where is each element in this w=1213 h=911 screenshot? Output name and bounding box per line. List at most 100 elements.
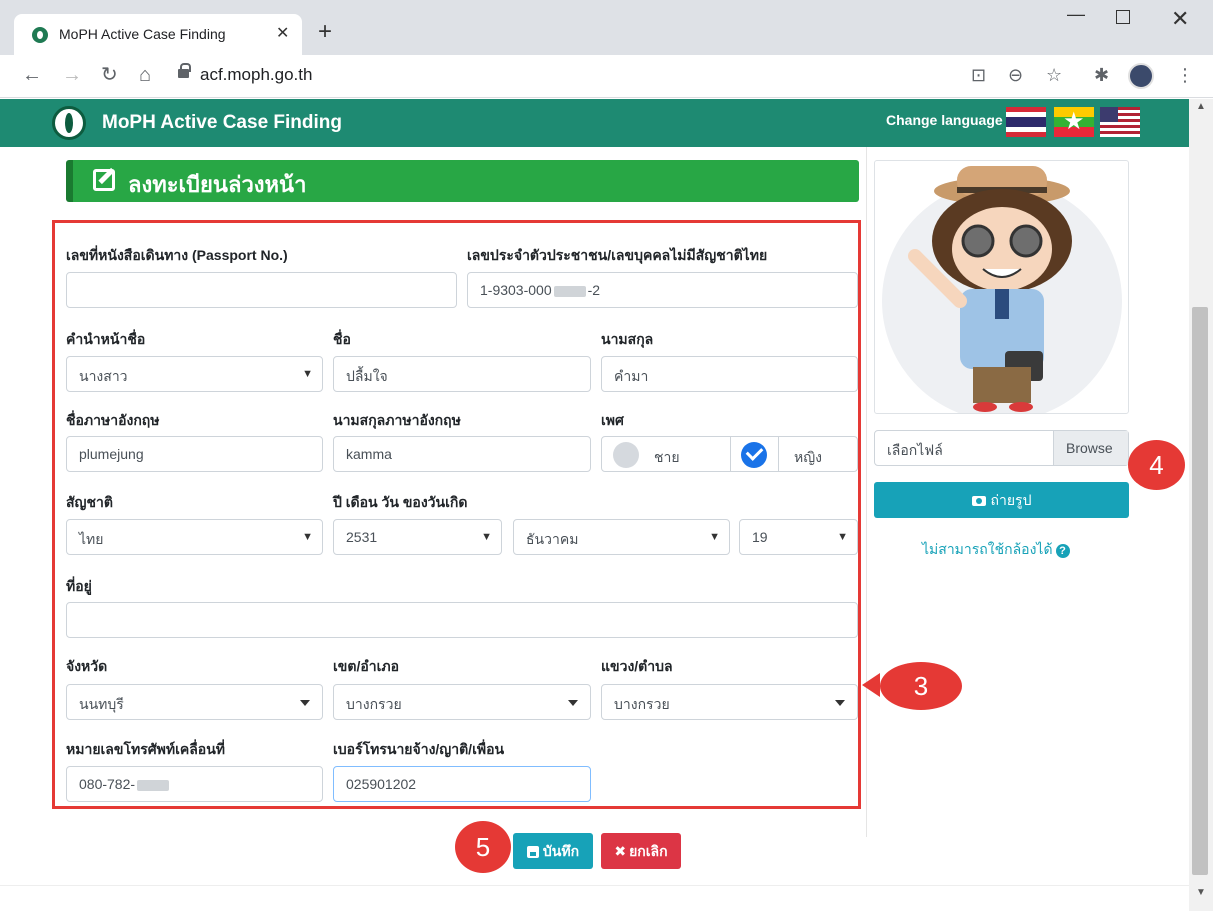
edit-icon [93, 169, 115, 191]
browser-toolbar: ← → ↻ ⌂ acf.moph.go.th ⊡ ⊖ ☆ ✱ ⋮ [0, 55, 1213, 98]
file-upload[interactable]: เลือกไฟล์ Browse [874, 430, 1129, 466]
callout-4-badge: 4 [1128, 440, 1185, 490]
profile-avatar[interactable] [1128, 63, 1154, 89]
redacted-mark [553, 285, 586, 297]
column-divider [866, 147, 867, 837]
passport-label: เลขที่หนังสือเดินทาง (Passport No.) [66, 247, 288, 263]
registration-header: ลงทะเบียนล่วงหน้า [66, 160, 859, 202]
district-select[interactable]: บางกรวย [333, 684, 591, 720]
camera-help-link[interactable]: ไม่สามารถใช้กล้องได้? [922, 539, 1070, 561]
address-label: ที่อยู่ [66, 578, 92, 594]
reload-icon[interactable]: ↻ [101, 64, 118, 86]
tab-title: MoPH Active Case Finding [59, 26, 226, 42]
cancel-label: ยกเลิก [629, 843, 668, 859]
dob-month-select[interactable]: ธันวาคม ▼ [513, 519, 730, 555]
browser-menu-icon[interactable]: ⋮ [1176, 65, 1194, 86]
callout-3-pointer [862, 673, 880, 697]
nationality-select[interactable]: ไทย ▼ [66, 519, 323, 555]
prefix-label: คำนำหน้าชื่อ [66, 331, 146, 347]
back-arrow-icon[interactable]: ← [22, 64, 42, 86]
chevron-down-icon: ▼ [837, 531, 848, 543]
take-photo-label: ถ่ายรูป [990, 492, 1032, 508]
gender-divider [730, 437, 731, 471]
forward-arrow-icon[interactable]: → [62, 64, 82, 86]
nationality-label: สัญชาติ [66, 494, 113, 510]
chevron-down-icon: ▼ [709, 531, 720, 543]
dob-day-value: 19 [752, 529, 768, 545]
national-id-suffix: -2 [587, 282, 601, 298]
cancel-button[interactable]: ✖ ยกเลิก [601, 833, 681, 869]
new-tab-button[interactable]: + [318, 20, 332, 44]
extensions-puzzle-icon[interactable]: ✱ [1094, 65, 1109, 86]
en-lastname-label: นามสกุลภาษาอังกฤษ [333, 412, 461, 428]
callout-5-badge: 5 [455, 821, 511, 873]
vertical-scrollbar[interactable]: ▲ ▼ [1189, 99, 1213, 911]
thai-flag-icon[interactable] [1006, 107, 1046, 137]
en-firstname-input[interactable]: plumejung [66, 436, 323, 472]
gender-female-label[interactable]: หญิง [794, 447, 822, 469]
address-input[interactable] [66, 602, 858, 638]
en-lastname-input[interactable]: kamma [333, 436, 591, 472]
mobile-input[interactable]: 080-782- [66, 766, 323, 802]
province-value: นนทบุรี [79, 696, 124, 712]
province-select[interactable]: นนทบุรี [66, 684, 323, 720]
firstname-label: ชื่อ [333, 331, 351, 347]
subdistrict-select[interactable]: บางกรวย [601, 684, 858, 720]
camera-icon [971, 496, 986, 507]
scrollbar-thumb[interactable] [1192, 307, 1208, 875]
myanmar-flag-icon[interactable] [1054, 107, 1094, 137]
browser-tab[interactable]: MoPH Active Case Finding ✕ [14, 14, 302, 55]
lock-icon[interactable] [178, 63, 191, 78]
nationality-value: ไทย [79, 531, 104, 547]
mobile-label: หมายเลขโทรศัพท์เคลื่อนที่ [66, 741, 226, 757]
home-icon[interactable]: ⌂ [139, 64, 151, 86]
change-language-label: Change language [886, 112, 1003, 128]
gender-label: เพศ [601, 412, 624, 428]
chevron-down-icon: ▼ [481, 531, 492, 543]
chevron-down-icon: ▼ [302, 368, 313, 380]
save-button[interactable]: บันทึก [513, 833, 593, 869]
national-id-prefix: 1-9303-000 [480, 282, 552, 298]
national-id-input[interactable]: 1-9303-000 -2 [467, 272, 858, 308]
us-flag-icon[interactable] [1100, 107, 1140, 137]
avatar-illustration [882, 166, 1122, 413]
gender-male-radio[interactable] [613, 442, 639, 468]
question-circle-icon: ? [1055, 544, 1070, 558]
zoom-icon[interactable]: ⊖ [1008, 65, 1023, 86]
scroll-up-arrow-icon[interactable]: ▲ [1196, 101, 1206, 112]
tab-close-icon[interactable]: ✕ [276, 23, 289, 43]
dob-month-value: ธันวาคม [526, 531, 579, 547]
lastname-input[interactable]: คำมา [601, 356, 858, 392]
contact-phone-input[interactable]: 025901202 [333, 766, 591, 802]
translate-icon[interactable]: ⊡ [971, 65, 986, 86]
window-close-button[interactable]: ✕ [1171, 6, 1189, 32]
page-footer-edge [0, 885, 1189, 911]
save-icon [526, 846, 539, 859]
minimize-button[interactable]: — [1067, 4, 1085, 25]
dob-day-select[interactable]: 19 ▼ [739, 519, 858, 555]
dob-year-select[interactable]: 2531 ▼ [333, 519, 502, 555]
maximize-button[interactable] [1116, 10, 1130, 24]
take-photo-button[interactable]: ถ่ายรูป [874, 482, 1129, 518]
bookmark-star-icon[interactable]: ☆ [1046, 65, 1062, 86]
times-icon: ✖ [614, 843, 627, 859]
province-label: จังหวัด [66, 658, 108, 674]
browser-tab-strip: MoPH Active Case Finding ✕ + — ✕ [0, 0, 1213, 55]
file-placeholder: เลือกไฟล์ [887, 442, 943, 458]
moph-logo-icon[interactable] [52, 106, 86, 140]
contact-phone-label: เบอร์โทรนายจ้าง/ญาติ/เพื่อน [333, 741, 505, 757]
prefix-select[interactable]: นางสาว ▼ [66, 356, 323, 392]
firstname-input[interactable]: ปลื้มใจ [333, 356, 591, 392]
gender-divider [778, 437, 779, 471]
browse-button[interactable]: Browse [1053, 431, 1128, 465]
prefix-value: นางสาว [79, 368, 128, 384]
subdistrict-label: แขวง/ตำบล [601, 658, 673, 674]
gender-female-radio-checked[interactable] [741, 442, 767, 468]
passport-input[interactable] [66, 272, 457, 308]
site-navbar: MoPH Active Case Finding Change language [0, 99, 1189, 147]
address-bar[interactable]: acf.moph.go.th [200, 65, 312, 85]
district-label: เขต/อำเภอ [333, 658, 400, 674]
brand-name[interactable]: MoPH Active Case Finding [102, 112, 342, 134]
gender-male-label[interactable]: ชาย [654, 447, 680, 469]
scroll-down-arrow-icon[interactable]: ▼ [1196, 887, 1206, 898]
